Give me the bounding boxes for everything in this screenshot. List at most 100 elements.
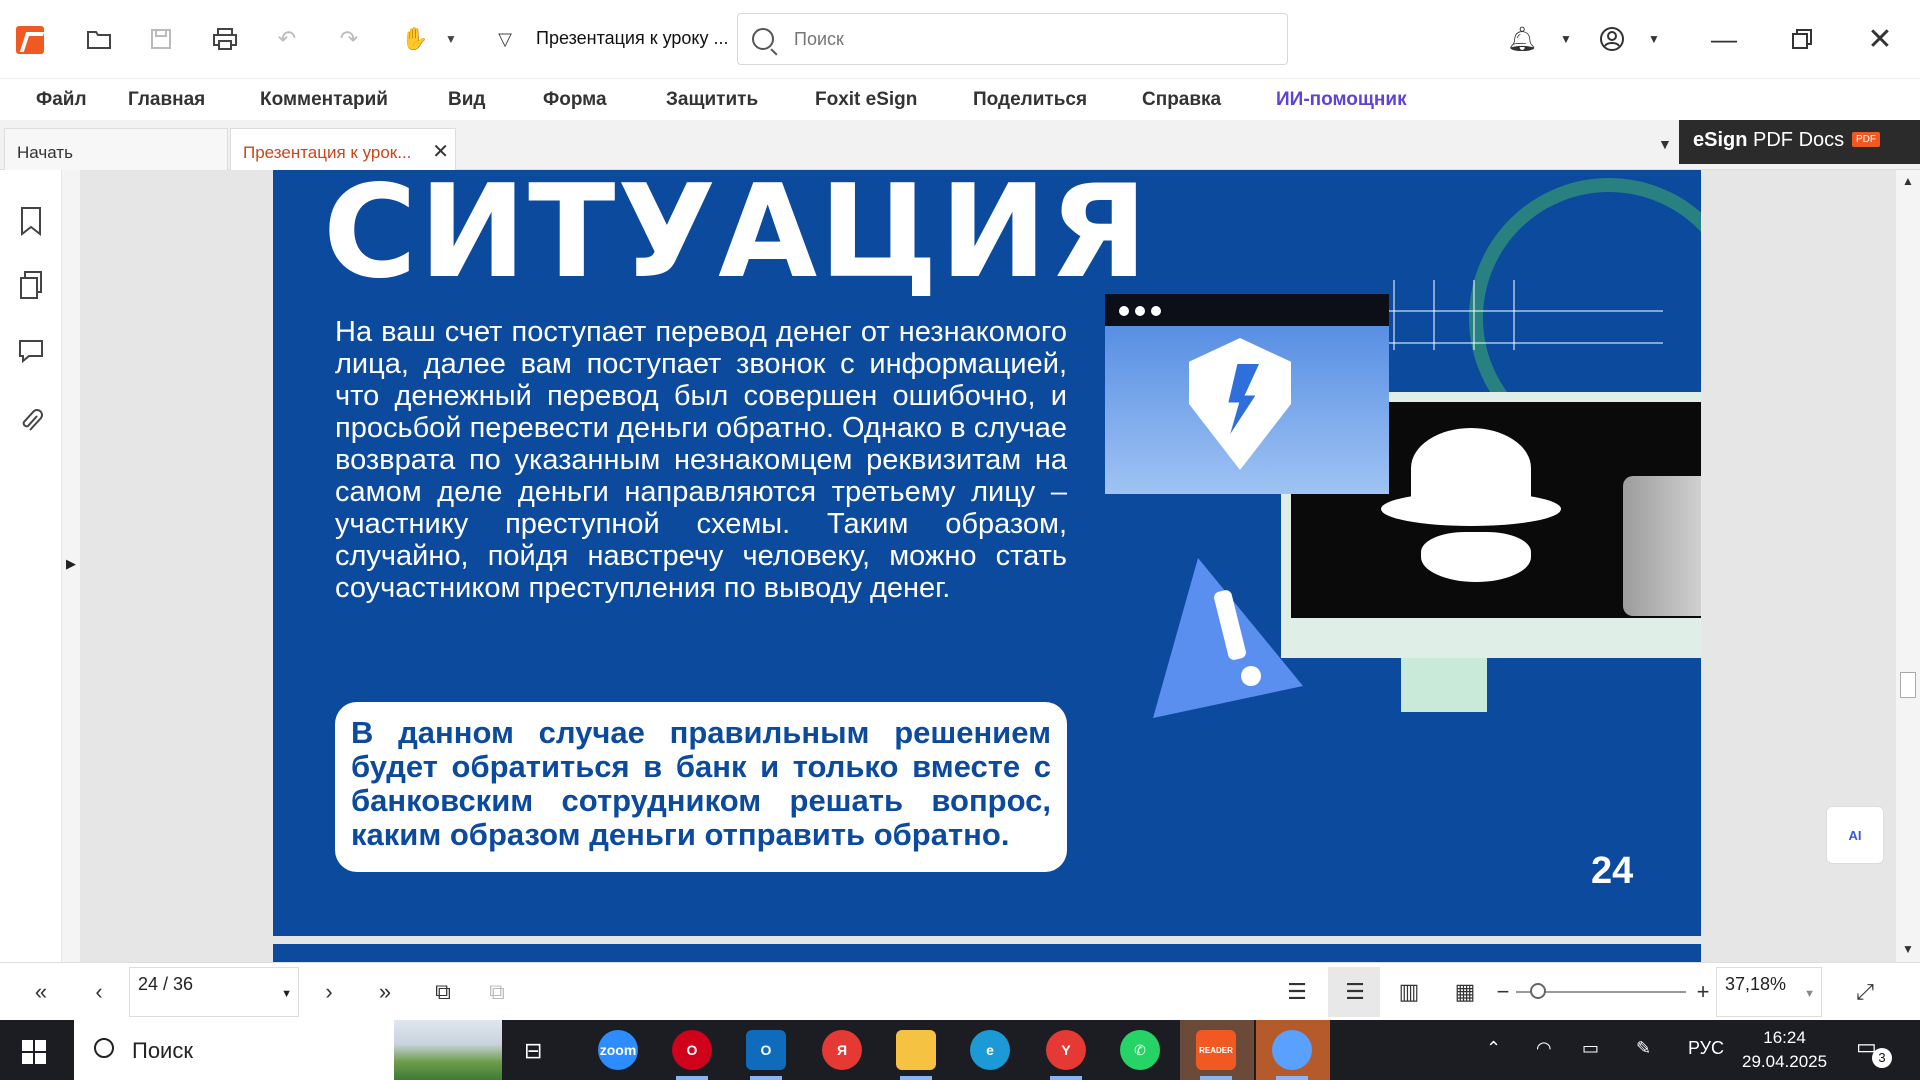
document-viewport[interactable]: СИТУАЦИЯ На ваш счет поступает перевод д… (80, 170, 1896, 962)
tab-label: Начать (17, 143, 73, 162)
foxit-logo-icon[interactable] (16, 26, 44, 54)
hacker-hat-brim (1381, 492, 1561, 526)
taskbar-app-whatsapp[interactable]: ✆ (1120, 1030, 1160, 1070)
network-icon[interactable]: ◠ (1536, 1038, 1552, 1059)
bell-icon[interactable]: 🔔︎ (1502, 20, 1542, 58)
menu-ai-assistant[interactable]: ИИ-помощник (1276, 89, 1407, 111)
taskbar-app-zoom[interactable]: zoom (598, 1030, 638, 1070)
bookmark-icon[interactable] (16, 206, 46, 236)
facing-view-icon[interactable]: ▥ (1394, 977, 1424, 1007)
menu-file[interactable]: Файл (36, 89, 87, 111)
undo-icon[interactable]: ↶ (270, 22, 304, 56)
system-clock[interactable]: 16:24 29.04.2025 (1742, 1026, 1827, 1074)
pages-icon[interactable] (16, 270, 46, 300)
tabs-dropdown-icon[interactable]: ▼ (1658, 136, 1672, 152)
menu-form[interactable]: Форма (543, 89, 607, 111)
zoom-slider-handle[interactable] (1530, 983, 1547, 999)
taskbar-app-opera[interactable]: O (672, 1030, 712, 1070)
menu-protect[interactable]: Защитить (666, 89, 758, 111)
restore-button[interactable] (1782, 20, 1822, 58)
continuous-view-icon[interactable]: ☰ (1340, 977, 1370, 1007)
tab-start[interactable]: Начать (4, 128, 228, 170)
single-page-view-icon[interactable]: ☰ (1282, 977, 1312, 1007)
panel-expander[interactable]: ▶ (62, 170, 80, 962)
pdf-badge: PDF (1852, 132, 1880, 147)
menu-home[interactable]: Главная (128, 89, 205, 111)
close-tab-icon[interactable]: ✕ (432, 139, 449, 164)
running-indicator (750, 1076, 782, 1080)
search-input[interactable] (794, 28, 1274, 50)
scroll-up-arrow-icon[interactable]: ▲ (1902, 174, 1914, 188)
page-dropdown-icon[interactable]: ▼ (281, 988, 292, 1000)
first-page-icon[interactable]: « (26, 977, 56, 1007)
next-page-icon[interactable]: › (314, 977, 344, 1007)
warning-dot (1241, 666, 1261, 686)
menu-comment[interactable]: Комментарий (260, 89, 388, 111)
previous-page-icon[interactable]: ‹ (84, 977, 114, 1007)
zoom-field[interactable]: 37,18% ▼ (1716, 967, 1822, 1017)
previous-view-icon[interactable]: ⧉ (482, 977, 512, 1007)
taskbar-app-app-wave[interactable] (1272, 1030, 1312, 1070)
grid-line (1513, 280, 1515, 350)
taskbar-app-foxit-reader[interactable]: READER (1196, 1030, 1236, 1070)
account-dropdown-icon[interactable]: ▼ (1634, 20, 1674, 58)
fullscreen-icon[interactable]: ⤢ (1850, 977, 1880, 1007)
scroll-down-arrow-icon[interactable]: ▼ (1902, 942, 1914, 956)
close-button[interactable]: ✕ (1860, 20, 1900, 58)
pen-icon[interactable]: ✎ (1636, 1038, 1651, 1059)
window-dot (1151, 306, 1161, 316)
chevron-up-icon[interactable]: ⌃ (1486, 1038, 1501, 1059)
battery-icon[interactable]: ▭ (1582, 1038, 1599, 1059)
rotate-view-icon[interactable]: ⧉ (428, 977, 458, 1007)
menu-view[interactable]: Вид (448, 89, 485, 111)
zoom-in-icon[interactable]: + (1688, 977, 1718, 1007)
running-indicator (1200, 1076, 1232, 1080)
next-pdf-page (273, 944, 1701, 962)
scroll-thumb[interactable] (1900, 672, 1916, 698)
tab-presentation[interactable]: Презентация к урок... ✕ (230, 128, 456, 170)
grid-line (1473, 280, 1475, 350)
open-folder-icon[interactable] (82, 22, 116, 56)
hand-tool-icon[interactable]: ✋ (398, 22, 432, 56)
zoom-dropdown-icon[interactable]: ▼ (1804, 988, 1815, 1000)
expand-arrow-icon[interactable]: ▶ (66, 556, 76, 572)
task-view-icon[interactable]: ⊟ (524, 1038, 542, 1064)
running-indicator (676, 1076, 708, 1080)
comments-icon[interactable] (16, 336, 46, 366)
page-number-field[interactable]: 24 / 36 ▼ (129, 967, 299, 1017)
redo-icon[interactable]: ↷ (332, 22, 366, 56)
language-indicator[interactable]: РУС (1688, 1038, 1724, 1059)
taskbar-app-yandex-browser[interactable]: Y (1046, 1030, 1086, 1070)
document-title: Презентация к уроку ... (536, 28, 729, 48)
esign-banner[interactable]: eSign PDF Docs PDF (1679, 120, 1920, 164)
menu-foxit-esign[interactable]: Foxit eSign (815, 89, 917, 111)
print-icon[interactable] (208, 22, 242, 56)
windows-start-icon[interactable] (22, 1040, 46, 1064)
taskbar-app-explorer[interactable] (896, 1030, 936, 1070)
notification-center-icon[interactable]: ▭ 3 (1856, 1034, 1892, 1068)
menu-share[interactable]: Поделиться (973, 89, 1087, 111)
clock-date: 29.04.2025 (1742, 1052, 1828, 1071)
search-box[interactable] (737, 13, 1288, 65)
zoom-value: 37,18% (1725, 974, 1787, 994)
taskbar-app-edge[interactable]: e (970, 1030, 1010, 1070)
notifications-dropdown-icon[interactable]: ▼ (1546, 20, 1586, 58)
ai-assistant-bubble[interactable]: AI (1826, 806, 1884, 864)
zoom-out-icon[interactable]: − (1488, 977, 1518, 1007)
vertical-scrollbar[interactable]: ▲ ▼ (1896, 170, 1920, 962)
status-bar: « ‹ 24 / 36 ▼ › » ⧉ ⧉ ☰ ☰ ▥ ▦ − + 37,18%… (0, 962, 1920, 1020)
last-page-icon[interactable]: » (370, 977, 400, 1007)
taskbar-search[interactable]: Поиск (74, 1020, 502, 1080)
hacker-mask-icon (1421, 532, 1531, 582)
taskbar-app-yandex[interactable]: Я (822, 1030, 862, 1070)
account-icon[interactable] (1592, 20, 1632, 58)
save-icon[interactable] (144, 22, 178, 56)
hand-tool-dropdown-icon[interactable]: ▼ (434, 22, 468, 56)
taskbar-app-outlook[interactable]: O (746, 1030, 786, 1070)
minimize-button[interactable]: — (1704, 20, 1744, 58)
continuous-facing-view-icon[interactable]: ▦ (1450, 977, 1480, 1007)
menu-help[interactable]: Справка (1142, 89, 1221, 111)
grid-line (1393, 280, 1395, 350)
attachment-icon[interactable] (16, 406, 46, 436)
chevron-down-icon[interactable]: ▽ (488, 22, 522, 56)
